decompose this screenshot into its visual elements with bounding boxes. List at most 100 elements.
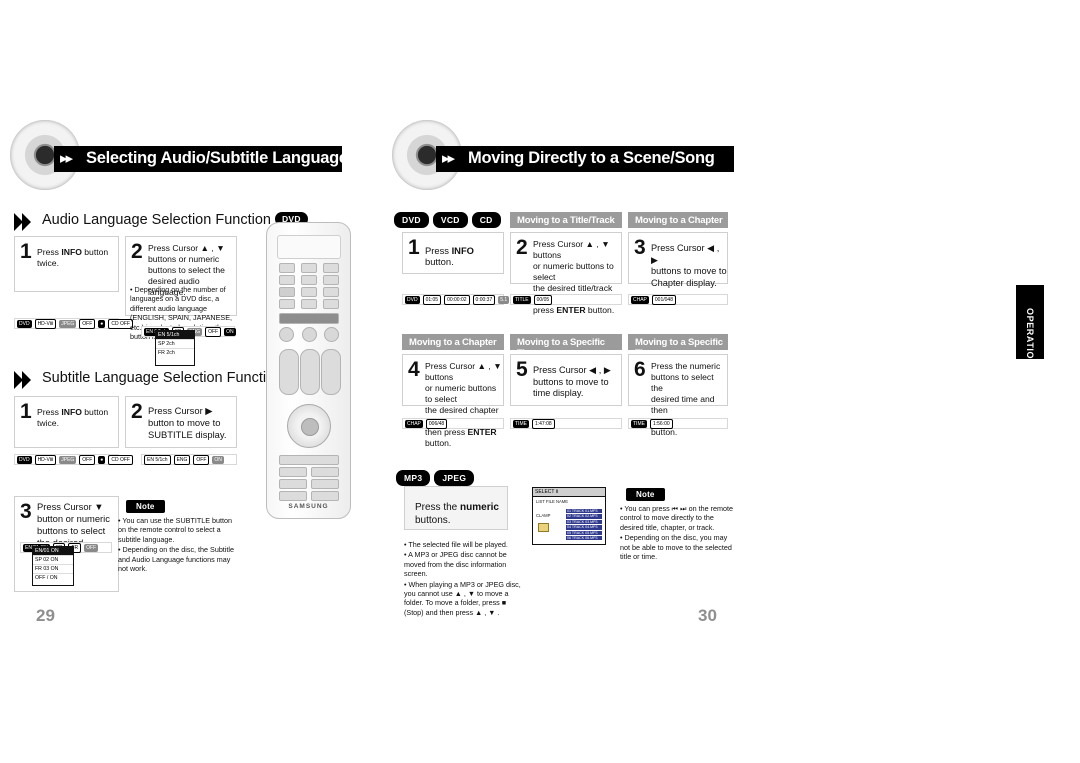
chip-time: 0:00:37: [472, 294, 496, 305]
double-arrow-icon: [14, 213, 36, 231]
step-number: 1: [408, 236, 420, 259]
manual-page: ▸▸ Selecting Audio/Subtitle Language ▸▸ …: [0, 0, 1080, 763]
chip-chap-val: 006/48: [425, 418, 448, 429]
step-number: 6: [634, 358, 646, 381]
mp3-notes: • The selected file will be played. • A …: [404, 540, 522, 618]
remote-top-panel: [277, 235, 341, 259]
chip-chap-sel: CHAP: [405, 419, 423, 428]
remote-button: [279, 263, 295, 273]
osd-row: SP 02 ON: [33, 556, 73, 565]
remote-button: [311, 467, 339, 477]
page-number-right: 30: [698, 606, 717, 625]
tv-screen-body: LIST FILE NAME CLAMP 01 TRACK 01.MP3 02 …: [533, 497, 605, 553]
left-heading-title: Selecting Audio/Subtitle Language: [86, 149, 348, 167]
disc-tags-bottom: MP3 JPEG: [396, 470, 475, 486]
section-audio-title: Audio Language Selection Function DVD: [42, 212, 308, 228]
list-item: 02 TRACK 02.MP3: [566, 514, 602, 519]
icon-strip-audio-1: DVD HD-VⅢ JPEG OFF ● CD OFF: [14, 318, 133, 329]
chevron-right-icon: ▸▸: [60, 150, 73, 167]
disc-tag-cd: CD: [471, 212, 501, 228]
step-number: 1: [20, 400, 32, 423]
chip-mp3: ●: [98, 455, 106, 464]
step-box-right-3: 3 Press Cursor ◀ , ▶ buttons to move to Ch…: [628, 232, 728, 288]
step-text: Press INFO button.: [425, 245, 474, 267]
step-text: Press INFO button twice.: [37, 247, 109, 268]
remote-round-button: [302, 327, 317, 342]
chip-en: EN 5/1ch: [144, 454, 171, 465]
step-number: 2: [131, 240, 143, 263]
step-box-mp3: Press the numeric buttons.: [404, 486, 508, 530]
page-number-left: 29: [36, 606, 55, 625]
icon-strip-right-5: TIME 1:47:08: [510, 418, 622, 429]
remote-button: [301, 275, 317, 285]
chip-time-val: 1:47:08: [531, 418, 555, 429]
step-text: Press the numeric buttons.: [415, 502, 499, 526]
osd-row: SP 2ch: [156, 340, 194, 349]
chip-chap: 00:00:02: [444, 294, 470, 305]
chip-time-val: 1:56:00: [649, 418, 673, 429]
remote-control-illustration: SAMSUNG: [266, 222, 351, 519]
chip-cd: CD OFF: [108, 454, 133, 465]
chip-time-sel: TIME: [631, 419, 647, 428]
remote-info-button: [279, 313, 339, 324]
remote-long-button: [321, 349, 341, 395]
list-item: 01 TRACK 01.MP3: [566, 509, 602, 514]
panel-title-specific-time-2: Moving to a Specific Time: [628, 334, 728, 359]
folder-icon: [538, 523, 549, 532]
chip-off: OFF: [205, 326, 222, 337]
chip-dvd: DVD: [17, 455, 32, 464]
osd-subtitle-list: EN/01 ON SP 02 ON FR 03 ON OFF / ON: [32, 546, 74, 586]
step-text: Press Cursor ▶ button to move to SUBTITLE …: [148, 405, 227, 440]
chip-hdvideo: HD-VⅢ: [34, 318, 57, 329]
list-item: 03 TRACK 03.MP3: [566, 519, 602, 525]
chip-off: OFF: [84, 543, 99, 552]
list-item: 05 TRACK 05.MP3: [566, 530, 602, 536]
step-box-audio-1: 1 Press INFO button twice.: [14, 236, 119, 292]
remote-button: [279, 491, 307, 501]
note-text-right: • You can press ⏮ ⏭ on the remote contro…: [620, 504, 738, 562]
operation-side-tab-label: OPERATION: [1025, 308, 1035, 367]
icon-strip-right-3: CHAP 001/048: [628, 294, 728, 305]
note-text-left: • You can use the SUBTITLE button on the…: [118, 516, 240, 574]
tv-label: LIST FILE NAME: [536, 499, 569, 504]
step-number: 3: [634, 236, 646, 259]
osd-row: FR 03 ON: [33, 565, 73, 574]
right-heading-title: Moving Directly to a Scene/Song: [468, 149, 715, 167]
note-item: • You can use the SUBTITLE button on the…: [118, 516, 232, 544]
chip-sub: ENG: [173, 454, 191, 465]
chip-audio: 5.1: [498, 295, 510, 304]
step-text: Press Cursor ◀ , ▶ buttons to move to time…: [533, 365, 611, 398]
chip-chap-sel: CHAP: [631, 295, 649, 304]
chip-time-sel: TIME: [513, 419, 529, 428]
chip-chap-val: 001/048: [651, 294, 676, 305]
remote-button: [279, 299, 295, 309]
right-heading-bar: ▸▸ Moving Directly to a Scene/Song: [436, 146, 734, 172]
section-subtitle-language: Subtitle Language Selection Function DVD: [14, 370, 320, 392]
remote-button: [301, 263, 317, 273]
step-box-right-4: 4 Press Cursor ▲ , ▼ buttons or numeric b…: [402, 354, 504, 448]
tv-file-list: 01 TRACK 01.MP3 02 TRACK 02.MP3 03 TRACK…: [566, 509, 602, 541]
disc-tag-dvd: DVD: [394, 212, 429, 228]
step-number: 3: [20, 500, 32, 523]
chip-off: OFF: [193, 454, 210, 465]
step-box-subtitle-2: 2 Press Cursor ▶ button to move to SUBTITL…: [125, 396, 237, 448]
list-item: 06 TRACK 06.MP3: [566, 536, 602, 541]
note-item: • Depending on the disc, the Subtitle an…: [118, 545, 234, 574]
remote-button: [301, 287, 317, 297]
note-badge-right: Note: [626, 488, 665, 501]
remote-button: [279, 287, 295, 297]
chip-mp3: ●: [98, 319, 106, 328]
panel-title-title-track: Moving to a Title/Track: [510, 212, 622, 228]
tv-label: CLAMP: [536, 513, 551, 518]
panel-title-specific-time: Moving to a Specific Time: [510, 334, 622, 359]
osd-row: EN 5/1ch: [156, 331, 194, 340]
panel-title-chapter: Moving to a Chapter: [628, 212, 728, 228]
left-heading: ▸▸ Selecting Audio/Subtitle Language: [10, 120, 348, 190]
remote-button: [301, 299, 317, 309]
note-item: • When playing a MP3 or JPEG disc, you c…: [404, 579, 521, 617]
step-text: Press INFO button twice.: [37, 407, 109, 428]
chip-dvd: DVD: [405, 295, 420, 304]
step-number: 2: [516, 236, 528, 259]
left-heading-bar: ▸▸ Selecting Audio/Subtitle Language: [54, 146, 348, 172]
chip-title-sel: TITLE: [513, 295, 531, 304]
